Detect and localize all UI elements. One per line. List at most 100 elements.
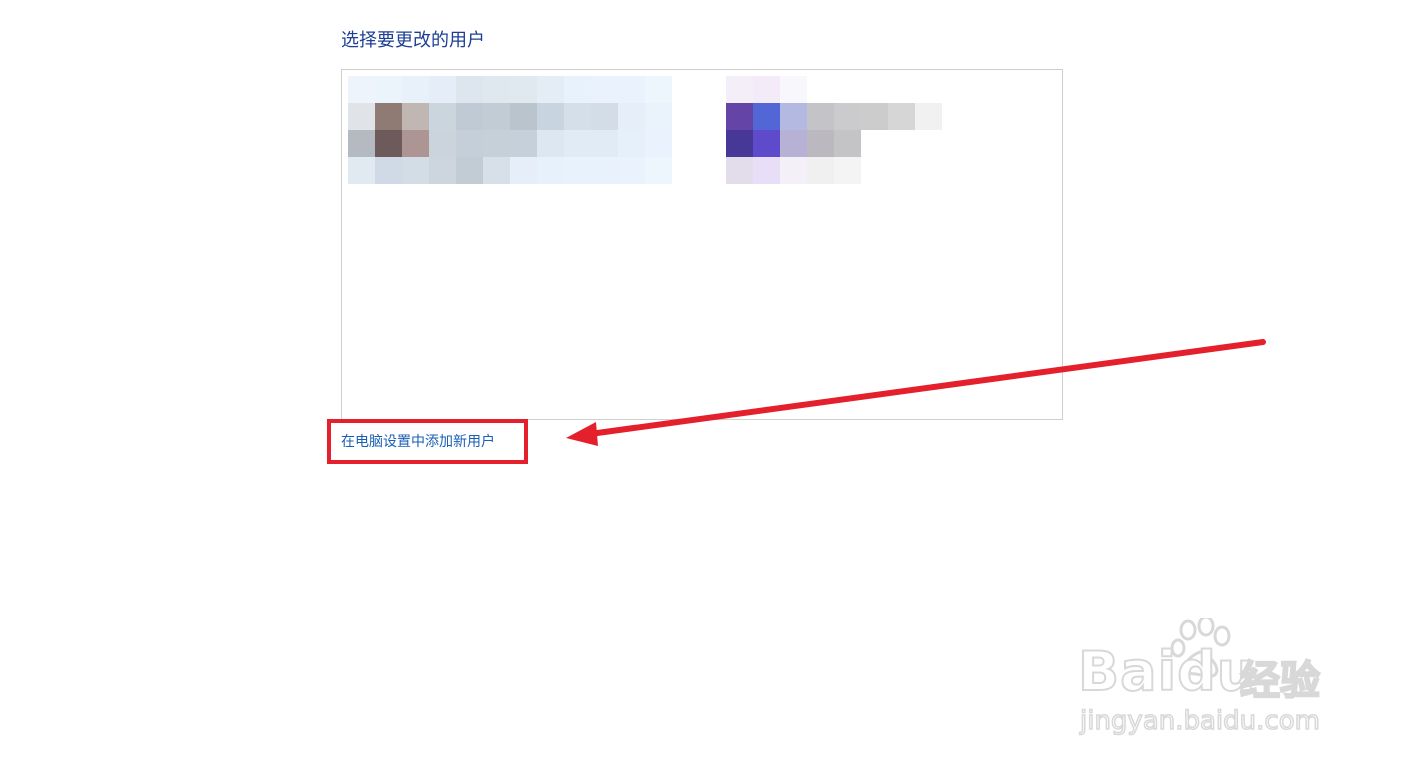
blurred-pixel [375,103,402,130]
blurred-pixel [618,157,645,184]
add-user-link[interactable]: 在电脑设置中添加新用户 [341,431,495,451]
watermark-url: jingyan.baidu.com [1079,705,1320,737]
blurred-pixel [402,76,429,103]
blurred-pixel [969,103,996,130]
blurred-pixel [402,157,429,184]
blurred-pixel [483,103,510,130]
blurred-pixel [753,130,780,157]
blurred-pixel [942,157,969,184]
blurred-pixel [348,157,375,184]
blurred-pixel [780,130,807,157]
blurred-pixel [996,157,1023,184]
blurred-pixel [483,157,510,184]
blurred-pixel [726,103,753,130]
blurred-pixel [861,103,888,130]
blurred-pixel [537,157,564,184]
blurred-pixel [915,103,942,130]
user-list [341,69,1063,420]
blurred-pixel [942,103,969,130]
blurred-pixel [564,157,591,184]
blurred-pixel [510,130,537,157]
blurred-pixel [375,76,402,103]
blurred-pixel [996,76,1023,103]
blurred-pixel [510,76,537,103]
blurred-pixel [429,103,456,130]
blurred-pixel [807,76,834,103]
blurred-pixel [348,130,375,157]
blurred-pixel [1023,76,1050,103]
blurred-pixel [942,130,969,157]
blurred-pixel [618,103,645,130]
page-title: 选择要更改的用户 [341,30,485,51]
blurred-pixel [780,76,807,103]
blurred-pixel [591,76,618,103]
blurred-pixel [456,103,483,130]
blurred-pixel [564,76,591,103]
blurred-pixel [807,157,834,184]
watermark-cn: 经验 [1239,657,1321,705]
blurred-pixel [537,76,564,103]
user-tile[interactable] [726,76,1050,184]
blurred-pixel [645,76,672,103]
blurred-pixel [834,130,861,157]
blurred-pixel [456,130,483,157]
blurred-pixel [996,103,1023,130]
blurred-pixel [564,103,591,130]
blurred-pixel [834,157,861,184]
blurred-pixel [429,76,456,103]
blurred-pixel [753,103,780,130]
blurred-pixel [591,157,618,184]
blurred-pixel [753,76,780,103]
blurred-pixel [726,76,753,103]
blurred-pixel [861,130,888,157]
blurred-pixel [780,157,807,184]
blurred-pixel [915,130,942,157]
blurred-pixel [618,76,645,103]
paw-icon [1170,618,1231,678]
blurred-pixel [888,103,915,130]
blurred-pixel [402,103,429,130]
blurred-pixel [1023,130,1050,157]
blurred-pixel [726,157,753,184]
blurred-pixel [537,130,564,157]
blurred-pixel [888,130,915,157]
blurred-pixel [780,103,807,130]
blurred-pixel [861,157,888,184]
blurred-pixel [591,130,618,157]
blurred-pixel [456,157,483,184]
blurred-pixel [537,103,564,130]
blurred-pixel [591,103,618,130]
blurred-pixel [483,130,510,157]
blurred-pixel [888,76,915,103]
blurred-pixel [483,76,510,103]
user-tile[interactable] [348,76,672,184]
blurred-pixel [348,76,375,103]
blurred-pixel [348,103,375,130]
blurred-pixel [969,157,996,184]
blurred-pixel [1023,157,1050,184]
blurred-pixel [645,103,672,130]
blurred-pixel [510,157,537,184]
blurred-pixel [969,76,996,103]
blurred-pixel [1023,103,1050,130]
blurred-pixel [942,76,969,103]
watermark: Baidu 经验 jingyan.baidu.com [1077,618,1332,748]
blurred-pixel [834,103,861,130]
blurred-pixel [645,130,672,157]
blurred-pixel [969,130,996,157]
blurred-pixel [375,130,402,157]
blurred-pixel [996,130,1023,157]
blurred-pixel [645,157,672,184]
blurred-pixel [510,103,537,130]
blurred-pixel [402,130,429,157]
blurred-pixel [753,157,780,184]
blurred-pixel [861,76,888,103]
blurred-pixel [888,157,915,184]
blurred-pixel [834,76,861,103]
blurred-pixel [726,130,753,157]
blurred-pixel [564,130,591,157]
blurred-pixel [375,157,402,184]
blurred-pixel [429,157,456,184]
watermark-brand: Baidu [1077,639,1257,704]
blurred-pixel [618,130,645,157]
